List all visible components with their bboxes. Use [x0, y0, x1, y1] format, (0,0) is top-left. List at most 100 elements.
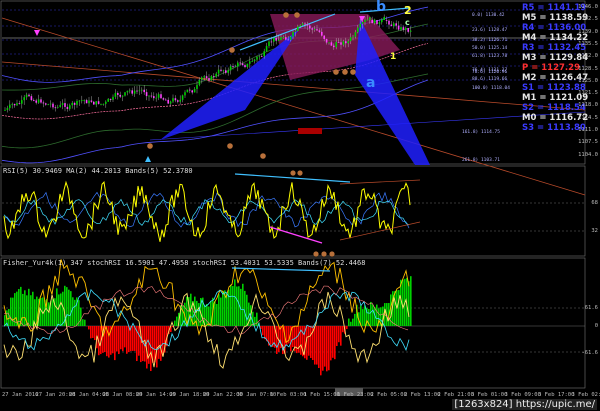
candle — [268, 41, 270, 47]
candle — [297, 26, 299, 31]
price-tick-label: 1132.0 — [578, 53, 598, 60]
price-tick-label: 1107.5 — [578, 139, 598, 146]
time-tick-label: 1 Feb 15:00 — [303, 392, 340, 398]
candle — [11, 103, 13, 105]
candle — [205, 76, 208, 79]
time-tick-label: 2 Feb 21:00 — [437, 392, 474, 398]
candle — [33, 100, 35, 101]
candle — [393, 23, 395, 27]
candle — [69, 105, 71, 109]
fisher-bar — [330, 326, 332, 361]
rsi-panel — [0, 165, 586, 257]
candle — [181, 95, 184, 100]
rsi-line — [3, 180, 411, 242]
candle — [352, 36, 354, 38]
candle — [150, 95, 153, 97]
fisher-bar — [254, 316, 256, 326]
candle — [157, 94, 160, 98]
candle — [225, 70, 227, 73]
candle — [388, 20, 390, 25]
candle — [97, 101, 100, 104]
price-marker — [298, 128, 322, 134]
candle — [395, 23, 397, 26]
price-tick-label: 1121.5 — [578, 90, 598, 97]
fisher-bar — [48, 302, 50, 326]
fisher-bar — [32, 291, 34, 326]
candle — [316, 29, 318, 31]
fisher-bar — [244, 290, 246, 326]
swing-dot — [333, 69, 339, 75]
wave-label-a: a — [366, 75, 376, 91]
fisher-bar — [118, 326, 120, 355]
candle — [369, 17, 371, 20]
candle — [138, 90, 141, 92]
fib-level-label: 0.0) 1130.42 — [472, 13, 505, 18]
fisher-bar — [320, 326, 322, 376]
candle — [119, 94, 121, 97]
candle — [174, 98, 177, 101]
swing-dot — [283, 12, 289, 18]
fisher-bar — [58, 294, 60, 326]
fisher-bar — [120, 326, 122, 350]
wave-label-c: c — [405, 18, 410, 27]
fisher-bar — [112, 326, 114, 354]
candle — [217, 69, 220, 74]
pivot-level-label: R5 = 1141.19 — [522, 3, 587, 13]
fisher-bar — [174, 320, 176, 326]
candle — [59, 104, 61, 107]
time-tick-label: 2 Feb 05:00 — [370, 392, 407, 398]
fisher-bar — [80, 307, 82, 326]
candle — [359, 23, 361, 28]
candle — [16, 103, 18, 106]
candle — [385, 20, 388, 21]
fisher-bar — [246, 294, 248, 326]
fib-level-label: 50.0) 1125.14 — [472, 46, 508, 51]
candle — [35, 100, 37, 103]
candle — [21, 100, 23, 104]
candle — [107, 98, 109, 102]
fisher-bar — [12, 297, 14, 326]
fib-level-label: 23.6) 1128.47 — [472, 28, 508, 33]
fisher-bar — [8, 308, 10, 326]
fisher-bar — [94, 326, 96, 341]
candle — [354, 32, 357, 37]
fisher-bar — [296, 326, 298, 354]
candle — [78, 100, 81, 102]
candle — [45, 103, 47, 105]
candle — [136, 90, 138, 92]
candle — [93, 101, 95, 105]
candle — [234, 66, 237, 68]
time-tick-label: 3 Feb 02:00 — [571, 392, 600, 398]
candle — [229, 66, 232, 71]
candle — [232, 66, 234, 67]
candle — [321, 31, 323, 36]
candle — [13, 103, 16, 106]
candle — [357, 27, 359, 33]
fisher-bar — [132, 326, 134, 351]
candle — [186, 89, 189, 93]
candle — [64, 103, 66, 107]
candle — [208, 78, 210, 81]
fisher-bar — [362, 309, 364, 326]
fisher-bar — [242, 283, 244, 326]
fisher-bar — [408, 281, 410, 326]
candle — [66, 106, 69, 109]
fib-level-label: 161.8) 1114.75 — [462, 130, 500, 135]
candle — [306, 24, 309, 26]
candle — [6, 107, 9, 110]
candle — [265, 46, 268, 52]
fisher-bar — [314, 326, 316, 365]
arrow-icon — [34, 30, 40, 36]
fisher-bar — [376, 304, 378, 326]
fisher-bar — [124, 326, 126, 348]
candle — [85, 100, 88, 104]
candle — [313, 29, 316, 31]
fisher-bar — [72, 297, 74, 326]
time-tick-label: 27 Jan 2016 — [2, 392, 39, 398]
fisher-tick-label: 61.6 — [584, 305, 598, 311]
fib-level-label: 261.8) 1103.71 — [462, 158, 500, 163]
fib-level-label: 38.2) 1126.71 — [472, 38, 508, 43]
candle — [9, 104, 11, 108]
fisher-bar — [262, 326, 264, 336]
fisher-bar — [234, 279, 236, 326]
